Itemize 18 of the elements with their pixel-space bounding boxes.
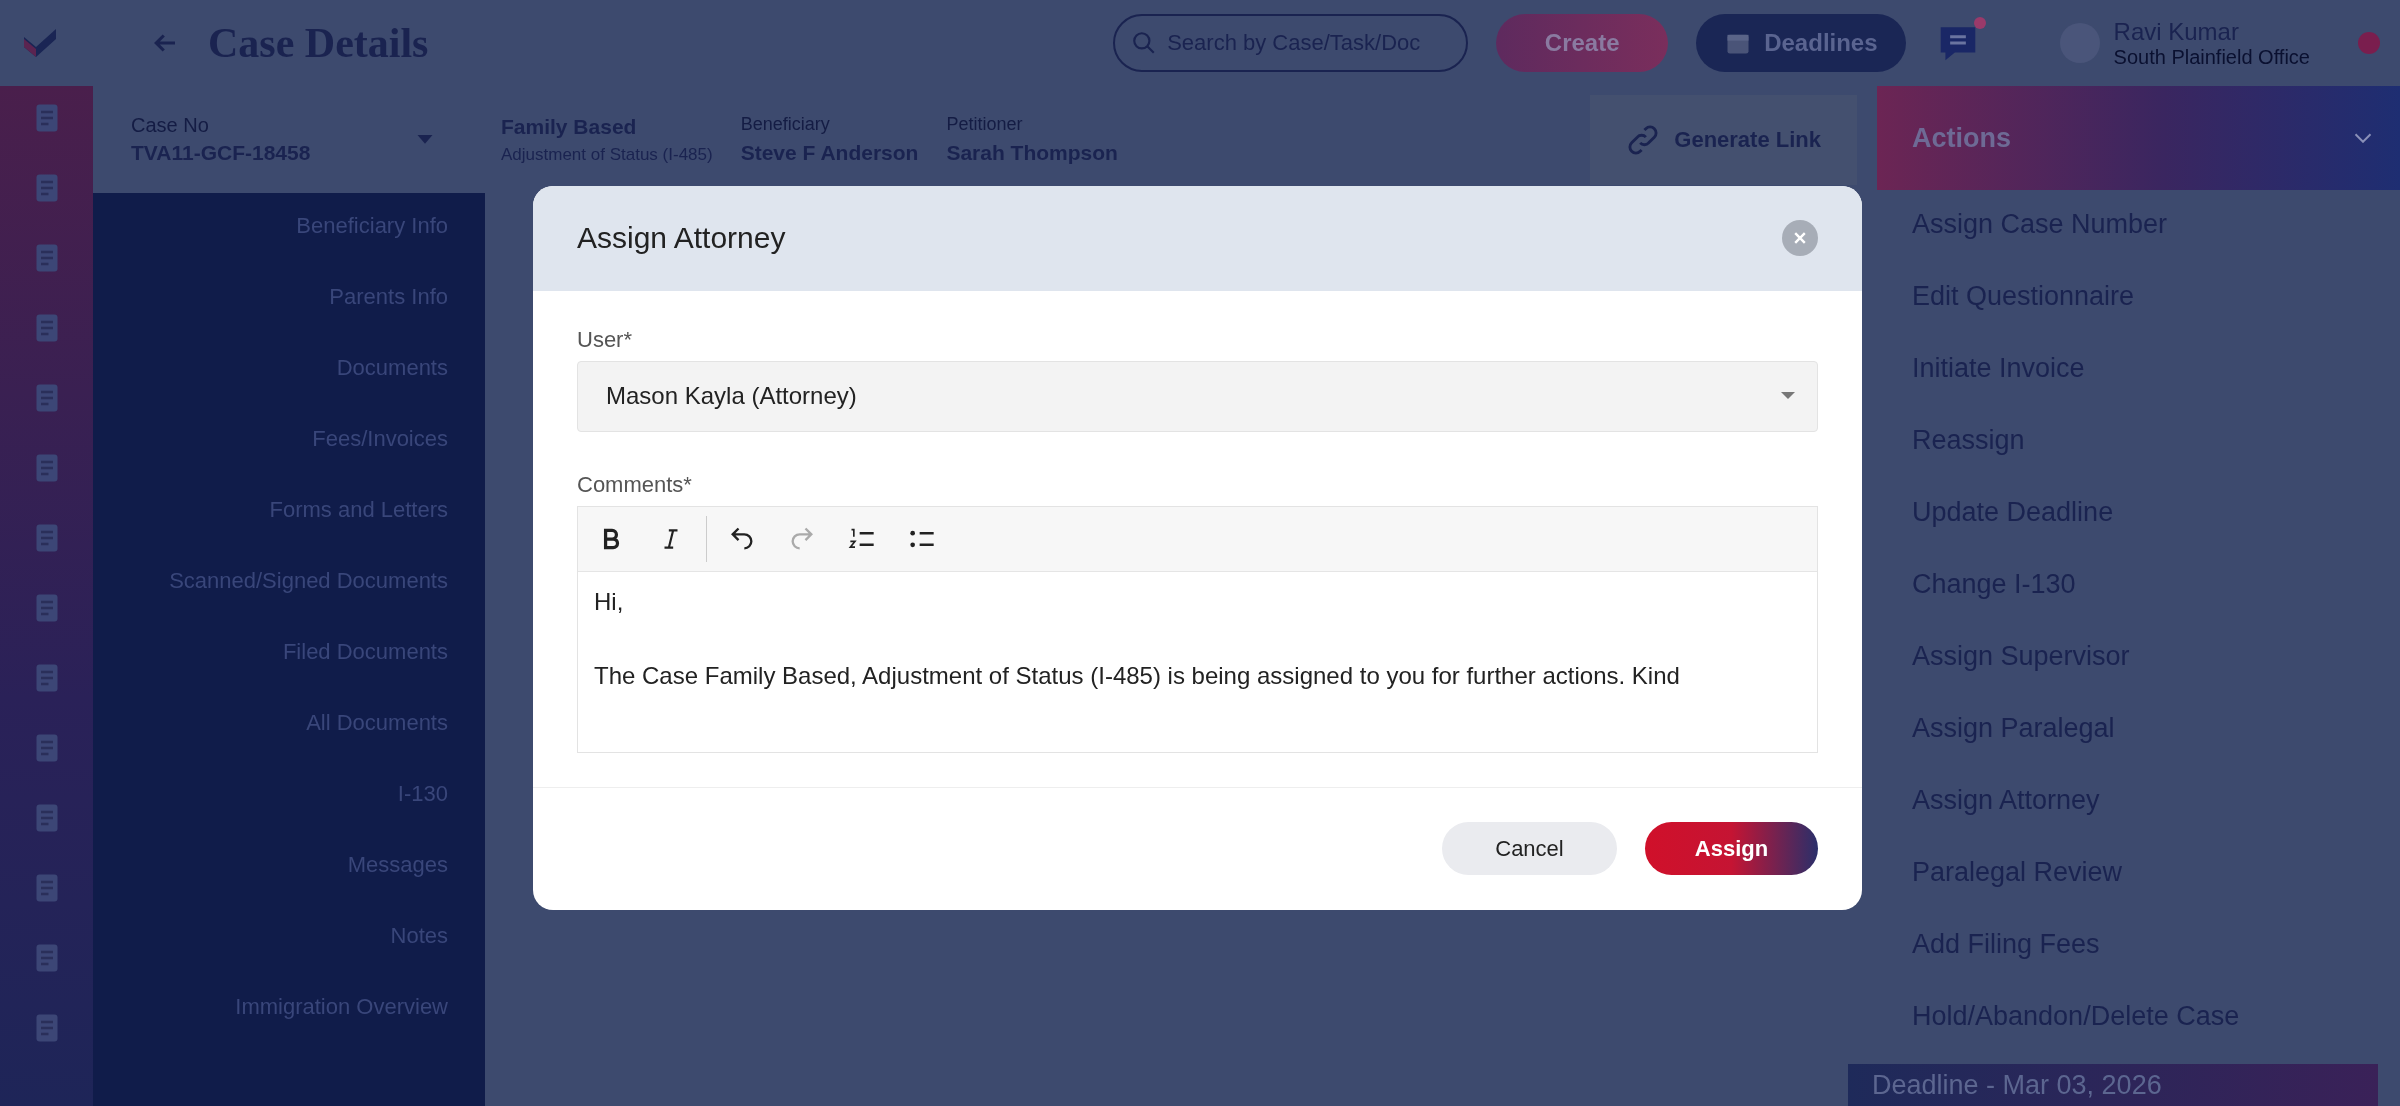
user-select[interactable]: Mason Kayla (Attorney)	[577, 360, 1818, 432]
create-button[interactable]: Create	[1496, 14, 1669, 72]
caret-icon[interactable]	[417, 134, 433, 145]
dialog-title: Assign Attorney	[577, 221, 786, 256]
actions-header[interactable]: Actions	[1877, 86, 2400, 190]
assign-button[interactable]: Assign	[1645, 822, 1818, 876]
close-button[interactable]	[1782, 220, 1818, 257]
comments-label: Comments*	[577, 471, 693, 498]
deadlines-button[interactable]: Deadlines	[1696, 14, 1906, 72]
actions-title: Actions	[1912, 122, 2011, 154]
chevron-icon	[2354, 133, 2372, 143]
deadline-banner: Deadline - Mar 03, 2026	[1848, 1064, 2378, 1106]
dropdown-caret-icon	[1781, 392, 1795, 401]
user-label: User*	[577, 326, 633, 353]
close-icon	[1794, 232, 1806, 245]
cancel-button[interactable]: Cancel	[1442, 822, 1617, 876]
user-office: South Plainfield Office	[2113, 45, 2310, 69]
status-badge	[2358, 32, 2380, 54]
